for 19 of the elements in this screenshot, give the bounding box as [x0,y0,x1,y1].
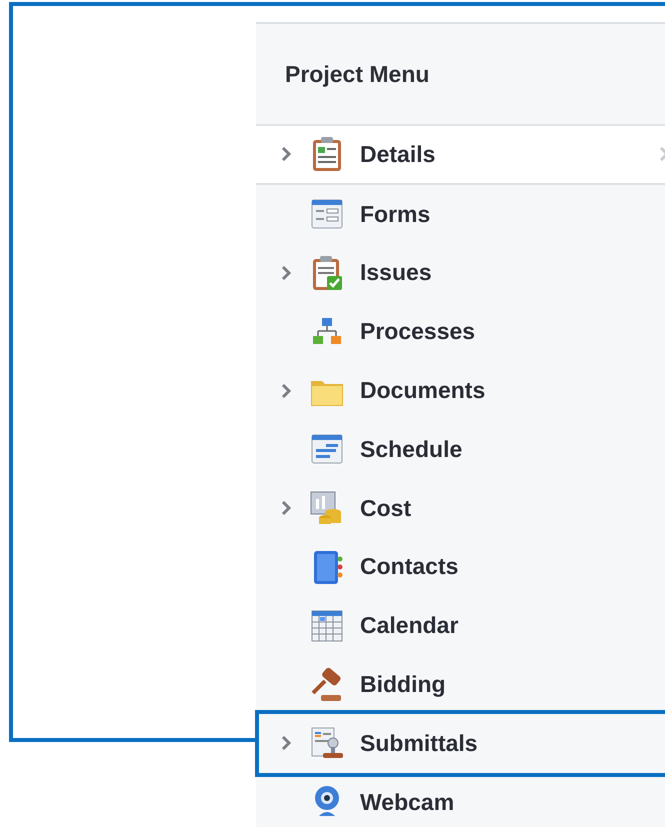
menu-item[interactable]: Bidding [256,655,665,714]
menu-item[interactable]: Issues [256,244,665,302]
chevron-icon[interactable] [281,266,291,280]
chevron-icon[interactable] [281,147,291,162]
menu-item[interactable]: Calendar [256,596,665,656]
menu-item[interactable]: Submittals [256,714,665,773]
chevron-icon[interactable] [281,501,291,516]
menu-item[interactable]: Webcam [256,772,665,827]
menu-item[interactable]: Schedule [256,420,665,479]
chevron-icon[interactable] [281,384,291,398]
panel-title: Project Menu [285,60,430,88]
chevron-icon[interactable] [281,736,291,750]
menu-item[interactable]: Details [256,126,665,185]
menu-item[interactable]: Documents [256,361,665,420]
menu-item[interactable]: Forms [256,184,665,244]
calendar-icon [309,608,345,644]
menu-item[interactable]: Contacts [256,538,665,596]
menu-item[interactable]: Cost [256,478,665,538]
menu-item[interactable]: Processes [256,302,665,362]
